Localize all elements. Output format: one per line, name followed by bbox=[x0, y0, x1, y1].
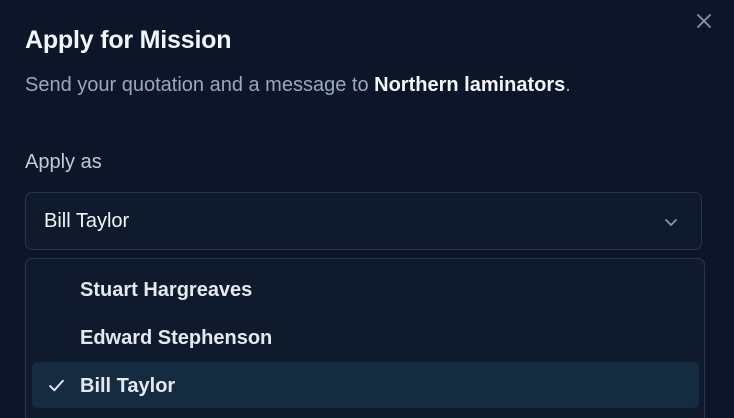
apply-mission-dialog: Apply for Mission Send your quotation an… bbox=[0, 0, 734, 418]
option-label: Bill Taylor bbox=[80, 375, 176, 397]
check-icon bbox=[49, 379, 64, 392]
option-label: Stuart Hargreaves bbox=[80, 279, 253, 301]
option-stuart-hargreaves[interactable]: Stuart Hargreaves bbox=[32, 266, 699, 312]
dialog-subtitle: Send your quotation and a message to Nor… bbox=[25, 74, 571, 97]
close-icon[interactable] bbox=[696, 13, 712, 29]
apply-as-selected-value: Bill Taylor bbox=[44, 210, 130, 232]
apply-as-label: Apply as bbox=[25, 151, 102, 173]
organization-name: Northern laminators bbox=[374, 74, 566, 96]
dialog-title: Apply for Mission bbox=[25, 26, 232, 54]
apply-as-select[interactable]: Bill Taylor bbox=[25, 192, 702, 250]
option-label: Edward Stephenson bbox=[80, 327, 273, 349]
subtitle-suffix: . bbox=[565, 74, 571, 96]
option-bill-taylor[interactable]: Bill Taylor bbox=[32, 362, 699, 408]
close-button[interactable] bbox=[694, 11, 714, 31]
option-edward-stephenson[interactable]: Edward Stephenson bbox=[32, 314, 699, 360]
subtitle-text: Send your quotation and a message to bbox=[25, 74, 375, 96]
apply-as-dropdown: Stuart Hargreaves Edward Stephenson Bill… bbox=[25, 258, 705, 418]
chevron-down-icon bbox=[665, 219, 677, 226]
